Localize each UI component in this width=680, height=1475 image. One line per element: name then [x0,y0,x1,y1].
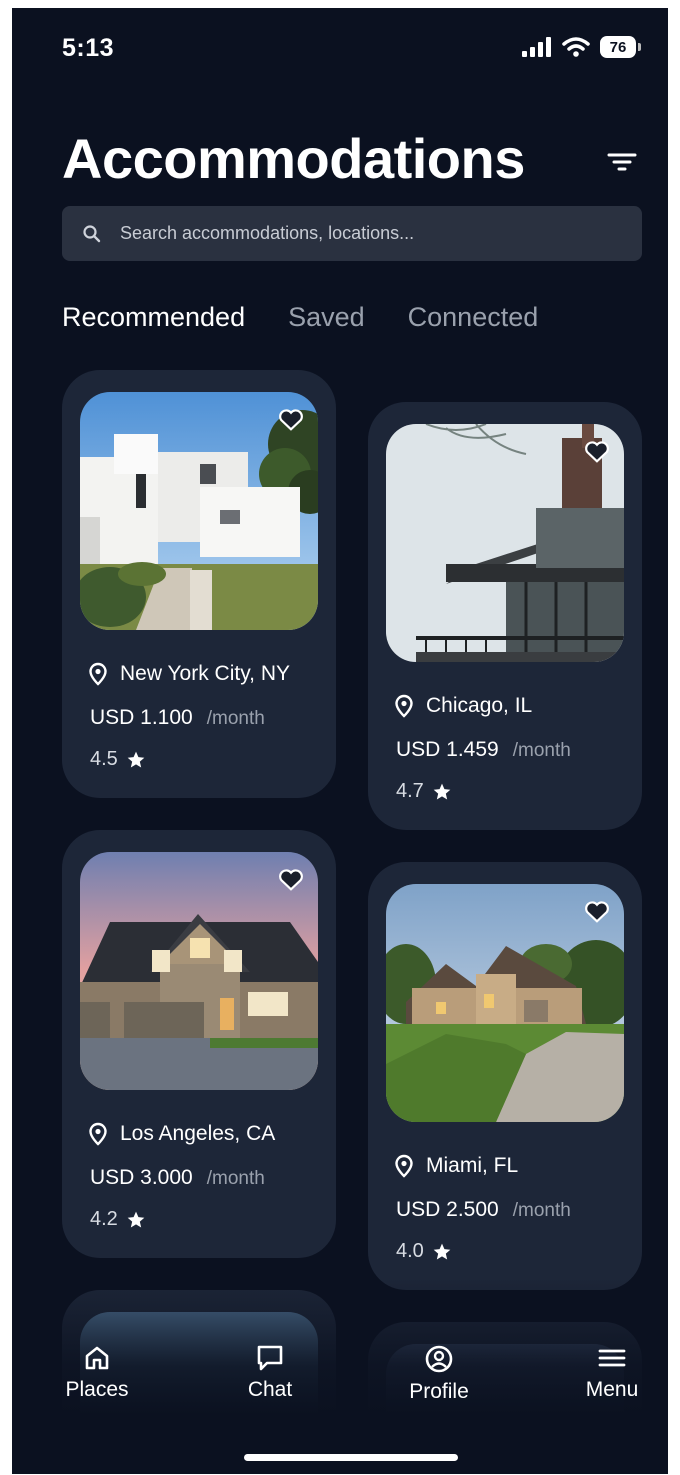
heart-icon [585,901,609,923]
heart-icon [585,441,609,463]
tab-bar: Recommended Saved Connected [62,302,538,333]
listing-location: Miami, FL [394,1154,518,1178]
location-pin-icon [89,1122,107,1146]
location-pin-icon [89,662,107,686]
search-icon [82,224,102,244]
filter-button[interactable] [606,146,638,178]
battery-level: 76 [609,38,627,56]
listing-price: USD 3.000/month [90,1166,265,1190]
tab-saved[interactable]: Saved [288,302,365,333]
favorite-button[interactable] [582,896,612,926]
listing-rating: 4.2 [90,1208,146,1231]
price-unit: /month [512,740,571,761]
nav-chat-label: Chat [247,1378,293,1401]
favorite-button[interactable] [276,404,306,434]
tab-connected[interactable]: Connected [408,302,539,333]
price-unit: /month [512,1200,571,1221]
listing-price: USD 2.500/month [396,1198,571,1222]
status-time: 5:13 [62,34,115,62]
home-icon [85,1346,109,1370]
home-indicator [244,1454,458,1461]
battery-icon: 76 [600,36,641,58]
location-text: Los Angeles, CA [120,1122,276,1145]
listing-photo [80,392,318,630]
rating-value: 4.2 [90,1208,118,1230]
nav-chat[interactable]: Chat [215,1344,325,1402]
favorite-button[interactable] [582,436,612,466]
listing-card[interactable]: Miami, FL USD 2.500/month 4.0 [368,862,642,1290]
price-value: USD 1.459 [396,738,499,761]
listing-photo [386,424,624,662]
status-bar: 5:13 76 [12,8,668,92]
tab-recommended[interactable]: Recommended [62,302,245,333]
search-bar[interactable] [62,206,642,261]
signal-icon [522,37,551,57]
page-title: Accommodations [62,127,525,190]
listing-location: New York City, NY [88,662,290,686]
listing-location: Los Angeles, CA [88,1122,275,1146]
location-pin-icon [395,694,413,718]
listing-rating: 4.5 [90,748,146,771]
listing-location: Chicago, IL [394,694,532,718]
chat-icon [257,1345,283,1371]
price-unit: /month [206,708,265,729]
listing-photo [80,852,318,1090]
rating-value: 4.7 [396,780,424,802]
wifi-icon [562,37,590,57]
nav-profile-label: Profile [409,1380,469,1403]
star-icon [127,751,145,767]
listing-card[interactable]: Los Angeles, CA USD 3.000/month 4.2 [62,830,336,1258]
star-icon [433,1243,451,1259]
menu-icon [598,1349,626,1367]
nav-menu-label: Menu [585,1378,639,1401]
price-value: USD 3.000 [90,1166,193,1189]
nav-profile[interactable]: Profile [384,1344,494,1404]
listing-rating: 4.0 [396,1240,452,1263]
app-screen: 5:13 76 Accommodations Search accommodat… [12,8,668,1474]
rating-value: 4.5 [90,748,118,770]
listing-card[interactable]: New York City, NY USD 1.100/month 4.5 [62,370,336,798]
listing-card[interactable]: Chicago, IL USD 1.459/month 4.7 [368,402,642,830]
star-icon [127,1211,145,1227]
price-unit: /month [206,1168,265,1189]
heart-icon [279,409,303,431]
location-text: New York City, NY [120,662,290,685]
location-text: Chicago, IL [426,694,533,717]
rating-value: 4.0 [396,1240,424,1262]
heart-icon [279,869,303,891]
search-input[interactable] [118,222,642,245]
status-icons: 76 [522,36,641,58]
listing-price: USD 1.100/month [90,706,265,730]
nav-menu[interactable]: Menu [557,1344,667,1402]
star-icon [433,783,451,799]
filter-icon [607,153,637,171]
price-value: USD 2.500 [396,1198,499,1221]
listing-price: USD 1.459/month [396,738,571,762]
favorite-button[interactable] [276,864,306,894]
price-value: USD 1.100 [90,706,193,729]
bottom-nav: Places Chat Profile Menu [12,1344,668,1424]
location-text: Miami, FL [426,1154,519,1177]
nav-places-label: Places [65,1378,129,1401]
user-circle-icon [425,1345,453,1373]
nav-places[interactable]: Places [42,1344,152,1402]
listing-rating: 4.7 [396,780,452,803]
location-pin-icon [395,1154,413,1178]
listing-photo [386,884,624,1122]
